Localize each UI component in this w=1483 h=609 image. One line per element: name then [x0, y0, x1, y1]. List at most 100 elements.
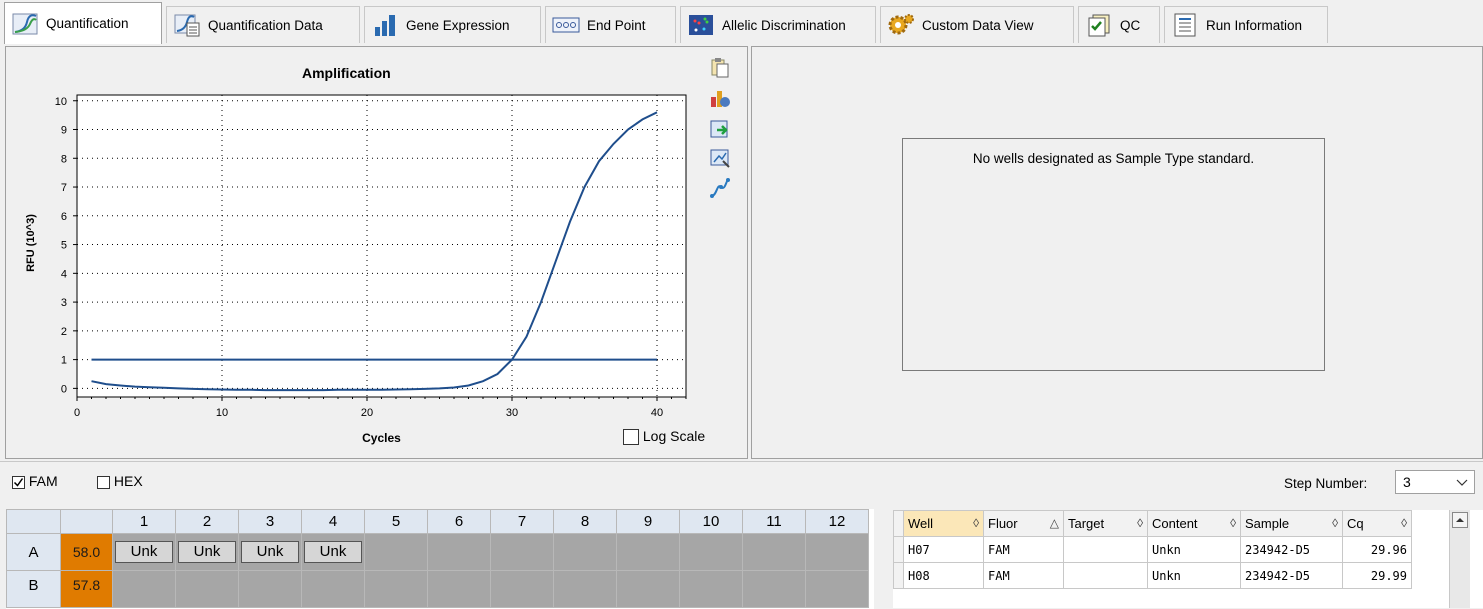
tab-quantification[interactable]: Quantification: [4, 2, 162, 44]
plate-column-header[interactable]: 12: [805, 509, 869, 534]
x-tick-label: 40: [651, 407, 663, 419]
plate-row-header[interactable]: A: [6, 533, 61, 571]
plate-well[interactable]: [553, 533, 617, 571]
plate-well[interactable]: [679, 570, 743, 608]
plate-column-header[interactable]: 1: [112, 509, 176, 534]
fluor-fam-toggle[interactable]: FAM: [12, 473, 58, 489]
plate-column-header[interactable]: 7: [490, 509, 554, 534]
tab-quantification-data[interactable]: Quantification Data: [166, 6, 360, 43]
plate-well[interactable]: [301, 570, 365, 608]
results-scrollbar[interactable]: [1449, 510, 1470, 608]
table-row[interactable]: H07 FAM Unkn 234942-D5 29.96: [893, 536, 1412, 563]
plate-well[interactable]: [238, 570, 302, 608]
chart-settings-icon[interactable]: [709, 87, 731, 109]
tab-end-point[interactable]: End Point: [545, 6, 676, 43]
plate-column-header[interactable]: 8: [553, 509, 617, 534]
fam-checkbox[interactable]: [12, 475, 25, 489]
plate-well[interactable]: [490, 533, 554, 571]
plate-well[interactable]: [553, 570, 617, 608]
cell-sample: 234942-D5: [1240, 536, 1343, 563]
plate-column-header[interactable]: 9: [616, 509, 680, 534]
plate-column-header[interactable]: 5: [364, 509, 428, 534]
row-selector[interactable]: [893, 536, 904, 563]
column-header-content[interactable]: Content ◊: [1147, 510, 1241, 537]
plate-well[interactable]: [427, 570, 491, 608]
well-content: Unk: [115, 541, 173, 563]
plate-column-header[interactable]: 4: [301, 509, 365, 534]
cell-well: H07: [903, 536, 984, 563]
cell-content: Unkn: [1147, 562, 1241, 589]
qc-checklist-icon: [1085, 13, 1113, 37]
plate-column-header[interactable]: 2: [175, 509, 239, 534]
end-point-icon: [552, 13, 580, 37]
plate-row-header[interactable]: B: [6, 570, 61, 608]
table-row[interactable]: H08 FAM Unkn 234942-D5 29.99: [893, 562, 1412, 589]
column-header-fluor[interactable]: Fluor △: [983, 510, 1064, 537]
sort-icon: ◊: [973, 516, 979, 530]
splitter[interactable]: [880, 510, 892, 608]
plate-well[interactable]: [805, 533, 869, 571]
plate-column-header[interactable]: 10: [679, 509, 743, 534]
tab-qc[interactable]: QC: [1078, 6, 1160, 43]
curve-icon[interactable]: [709, 177, 731, 199]
y-tick-label: 9: [61, 125, 67, 137]
y-tick-label: 10: [55, 96, 67, 108]
plot-area: [76, 94, 687, 398]
log-scale-checkbox[interactable]: [623, 429, 639, 446]
y-tick-label: 7: [61, 182, 67, 194]
plate-well[interactable]: Unk: [238, 533, 302, 571]
plate-well[interactable]: Unk: [112, 533, 176, 571]
tab-allelic-discrimination[interactable]: Allelic Discrimination: [680, 6, 876, 43]
header-label: Sample: [1245, 516, 1290, 531]
plate-well[interactable]: Unk: [301, 533, 365, 571]
amplification-chart[interactable]: 0 1 2 3 4 5 6 7 8 9 10 0 10 20 30 40 Cycles RFU (10^3): [6, 47, 749, 460]
x-tick-label: 20: [361, 407, 373, 419]
plate-well[interactable]: Unk: [175, 533, 239, 571]
tab-run-information[interactable]: Run Information: [1164, 6, 1328, 43]
plate-column-header[interactable]: 6: [427, 509, 491, 534]
tab-gene-expression[interactable]: Gene Expression: [364, 6, 541, 43]
plate-well[interactable]: [616, 533, 680, 571]
step-number-select[interactable]: 3: [1395, 470, 1475, 494]
tab-label: Allelic Discrimination: [722, 17, 846, 33]
hex-checkbox[interactable]: [97, 475, 110, 489]
cell-target: [1063, 536, 1148, 563]
plate-well[interactable]: [742, 570, 806, 608]
plate-well[interactable]: [616, 570, 680, 608]
column-header-well[interactable]: Well ◊: [903, 510, 984, 537]
plate-well[interactable]: [175, 570, 239, 608]
plate-row-temperature: 57.8: [60, 570, 113, 608]
column-header-cq[interactable]: Cq ◊: [1342, 510, 1412, 537]
well-content: Unk: [304, 541, 362, 563]
chart-title: Amplification: [302, 65, 391, 81]
log-scale-toggle[interactable]: Log Scale: [623, 428, 705, 446]
well-content: Unk: [178, 541, 236, 563]
column-header-target[interactable]: Target ◊: [1063, 510, 1148, 537]
column-header-sample[interactable]: Sample ◊: [1240, 510, 1343, 537]
amplification-curve-icon: [11, 12, 39, 36]
plate-well[interactable]: [112, 570, 176, 608]
tab-strip: Quantification Quantification Data Gene …: [0, 0, 1483, 45]
plate-well[interactable]: [805, 570, 869, 608]
plate-well[interactable]: [742, 533, 806, 571]
plate-well[interactable]: [490, 570, 554, 608]
zoom-icon[interactable]: [709, 147, 731, 169]
plate-well[interactable]: [427, 533, 491, 571]
scroll-up-button[interactable]: [1452, 512, 1468, 528]
fluor-hex-toggle[interactable]: HEX: [97, 473, 143, 489]
plate-well[interactable]: [364, 570, 428, 608]
copy-icon[interactable]: [709, 57, 731, 79]
plate-row-temperature: 58.0: [60, 533, 113, 571]
plate-column-header[interactable]: 11: [742, 509, 806, 534]
y-axis-label: RFU (10^3): [25, 214, 37, 272]
tab-custom-data-view[interactable]: Custom Data View: [880, 6, 1074, 43]
results-grid: Well ◊ Fluor △ Target ◊ Content ◊ Sample…: [893, 510, 1483, 608]
plate-column-header[interactable]: 3: [238, 509, 302, 534]
quantification-data-icon: [173, 13, 201, 37]
plate-well[interactable]: [364, 533, 428, 571]
header-label: Cq: [1347, 516, 1364, 531]
plate-well[interactable]: [679, 533, 743, 571]
run-information-icon: [1171, 13, 1199, 37]
row-selector[interactable]: [893, 562, 904, 589]
export-icon[interactable]: [709, 117, 731, 139]
